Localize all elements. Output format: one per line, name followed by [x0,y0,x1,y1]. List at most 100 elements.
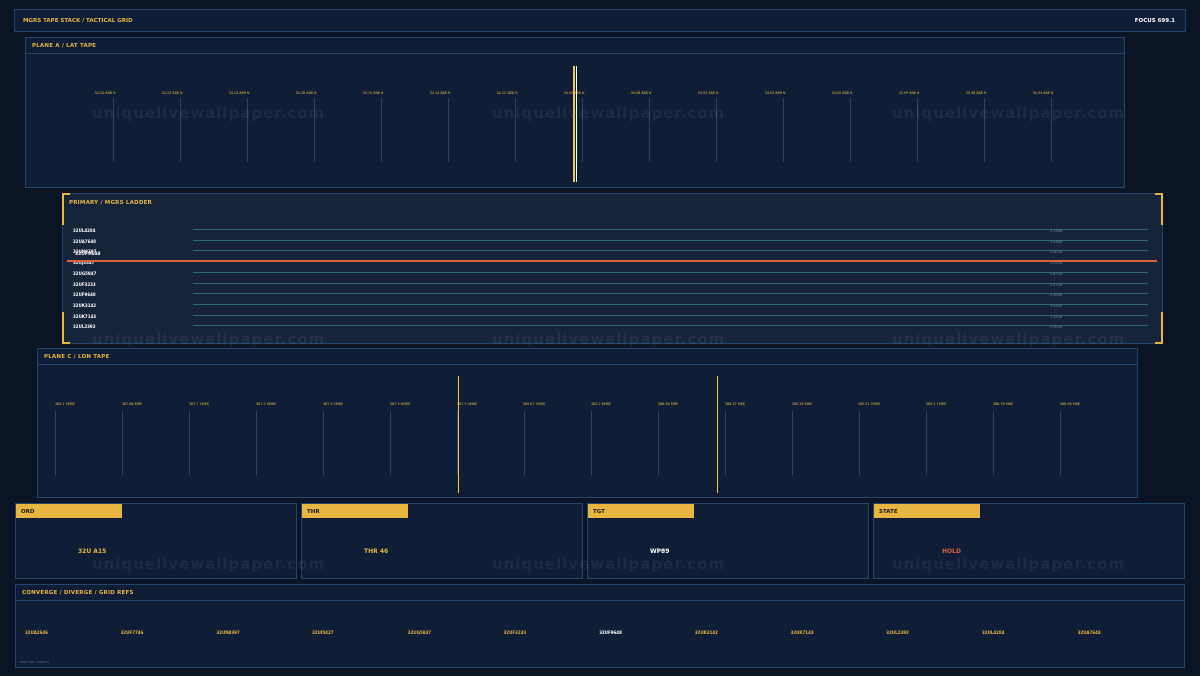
lon-tick-line [55,411,56,475]
grid-ref[interactable]: 32UN8397 [216,630,239,635]
lon-tick-line [390,411,391,475]
ladder-row-label[interactable]: 32UA7648 [73,239,96,244]
lon-tick-label: 387.9 2MRE [322,402,344,406]
lat-tick-line [850,98,851,162]
lat-tick-line [783,98,784,162]
ladder-row-label[interactable]: 32UG5847 [73,271,96,276]
lon-tick-label: 389.26 MRE [791,402,813,406]
lat-cursor-marker [576,66,577,182]
lon-tick-label: 386.96 MRE [1059,402,1081,406]
corner-bracket [62,312,70,344]
lat-tick-label: 33.98 888 N [965,91,987,95]
lat-tick-label: 34.08 888 N [630,91,652,95]
ladder-rule [193,271,1148,273]
ladder-rule [193,250,1148,252]
grid-ref[interactable]: 32UF3233 [504,630,527,635]
grid-ref[interactable]: 32UK7143 [791,630,814,635]
ladder-row-label[interactable]: 32UK7143 [73,314,96,319]
card-state-value: HOLD [942,548,961,555]
plane-c-title: PLANE C / LON TAPE [38,349,1137,365]
ladder-rule [193,314,1148,316]
lon-cursor-right[interactable] [717,376,718,493]
converge-panel[interactable]: CONVERGE / DIVERGE / GRID REFS MARK TAB … [15,584,1185,668]
ladder-row-label[interactable]: 32UK3142 [73,303,96,308]
lon-tick-line [926,411,927,475]
ladder-row-value: 2.4006 [1050,293,1062,298]
header-bar: MGRS TAPE STACK / TACTICAL GRID FOCUS 69… [14,9,1186,32]
grid-ref[interactable]: 32UL2392 [886,630,909,635]
ladder-rule [193,293,1148,295]
lon-tick-line [256,411,257,475]
ladder-rule [193,239,1148,241]
ladder-row-value: 2.5536 [1050,303,1062,308]
card-state-tab[interactable]: STATE [874,504,980,518]
ladder-row-value: 2.4706 [1050,282,1062,287]
card-thr-tab[interactable]: THR [302,504,408,518]
focus-readout: FOCUS 699.1 [1134,18,1175,24]
lon-tick-label: 389.91 2MRE [857,402,881,406]
ladder-row-value: 2.5026 [1050,325,1062,330]
ladder-row-label[interactable]: 32UF3233 [73,282,96,287]
ladder-rule [193,303,1148,305]
lat-tick-label: 34.2Z 888 N [161,91,183,95]
ladder-row-value: 2.6726 [1050,271,1062,276]
grid-ref[interactable]: 32UK3142 [695,630,718,635]
grid-ref[interactable]: 32UI5427 [312,630,333,635]
lon-tick-line [658,411,659,475]
ladder-current-line[interactable] [67,260,1157,262]
corner-bracket [1155,193,1163,225]
lon-tick-line [122,411,123,475]
lat-tick-line [381,98,382,162]
card-tgt-tab[interactable]: TGT [588,504,694,518]
plane-a-title: PLANE A / LAT TAPE [26,38,1124,54]
lon-tick-label: 386.36 MRE [657,402,679,406]
primary-ladder-panel[interactable]: PRIMARY / MGRS LADDER 32UL4284 2.3286 32UA… [62,193,1163,344]
ladder-current-label: 32UF9648 [75,252,101,257]
lat-tick-label: 34.94 888 N [1032,91,1054,95]
lat-tick-label: 34.03 888 N [764,91,786,95]
ladder-row-value: 2.5026 [1050,250,1062,255]
lon-tick-label: 387.9 4MRE [456,402,478,406]
ladder-rule [193,282,1148,284]
lat-tick-label: 34.1B 888 N [295,91,317,95]
grid-ref[interactable]: 32UG5847 [408,630,431,635]
grid-ref[interactable]: 32UL4284 [982,630,1005,635]
lon-tick-label: 386.37 MRE [724,402,746,406]
lat-tick-label: 34.1C 888 N [496,91,518,95]
lon-tick-line [725,411,726,475]
grid-ref[interactable]: 32UA7648 [1078,630,1101,635]
lon-tick-line [859,411,860,475]
lat-tick-label: 34.24 888 N [228,91,250,95]
watermark: uniquelivewallpaper.com [92,555,326,573]
ladder-rule [193,325,1148,327]
lon-tick-label: 387.7 1MRE [188,402,210,406]
lon-tick-line [1060,411,1061,475]
lat-tick-label: 33.99 888 N [898,91,920,95]
converge-footnote: MARK TAB / DIRECTS [20,660,50,664]
card-ord-tab[interactable]: ORD [16,504,122,518]
lat-tick-label: 34.15 888 N [362,91,384,95]
header-title: MGRS TAPE STACK / TACTICAL GRID [23,18,133,24]
corner-bracket [62,193,70,225]
lon-tick-label: 387.2 6MRE [255,402,277,406]
watermark: uniquelivewallpaper.com [892,104,1126,122]
corner-bracket [1155,312,1163,344]
ladder-row-value: 2.4386 [1050,239,1062,244]
watermark: uniquelivewallpaper.com [892,555,1126,573]
lat-tick-label: 34.05 888 N [697,91,719,95]
ladder-row-value: 2.3286 [1050,229,1062,233]
lon-cursor-left[interactable] [458,376,459,493]
lon-tick-label: 384.1 5MRE [54,402,76,406]
watermark: uniquelivewallpaper.com [92,104,326,122]
grid-ref[interactable]: 32UA2646 [25,630,48,635]
ladder-row-label[interactable]: 32UL4284 [73,228,96,233]
lon-tick-line [189,411,190,475]
grid-ref[interactable]: 32UF9648 [599,630,622,635]
ladder-row-label[interactable]: 32UF9648 [73,292,96,297]
lat-cursor[interactable] [573,66,575,182]
plane-c-panel[interactable]: PLANE C / LON TAPE 384.1 5MRE 387.86 MRE 3… [37,348,1138,498]
ladder-row-label[interactable]: 32UL2392 [73,324,96,329]
grid-ref[interactable]: 32UF7746 [121,630,144,635]
lon-tick-label: 389.87 2MRE [522,402,546,406]
lat-tick-label: 34.14 888 N [429,91,451,95]
